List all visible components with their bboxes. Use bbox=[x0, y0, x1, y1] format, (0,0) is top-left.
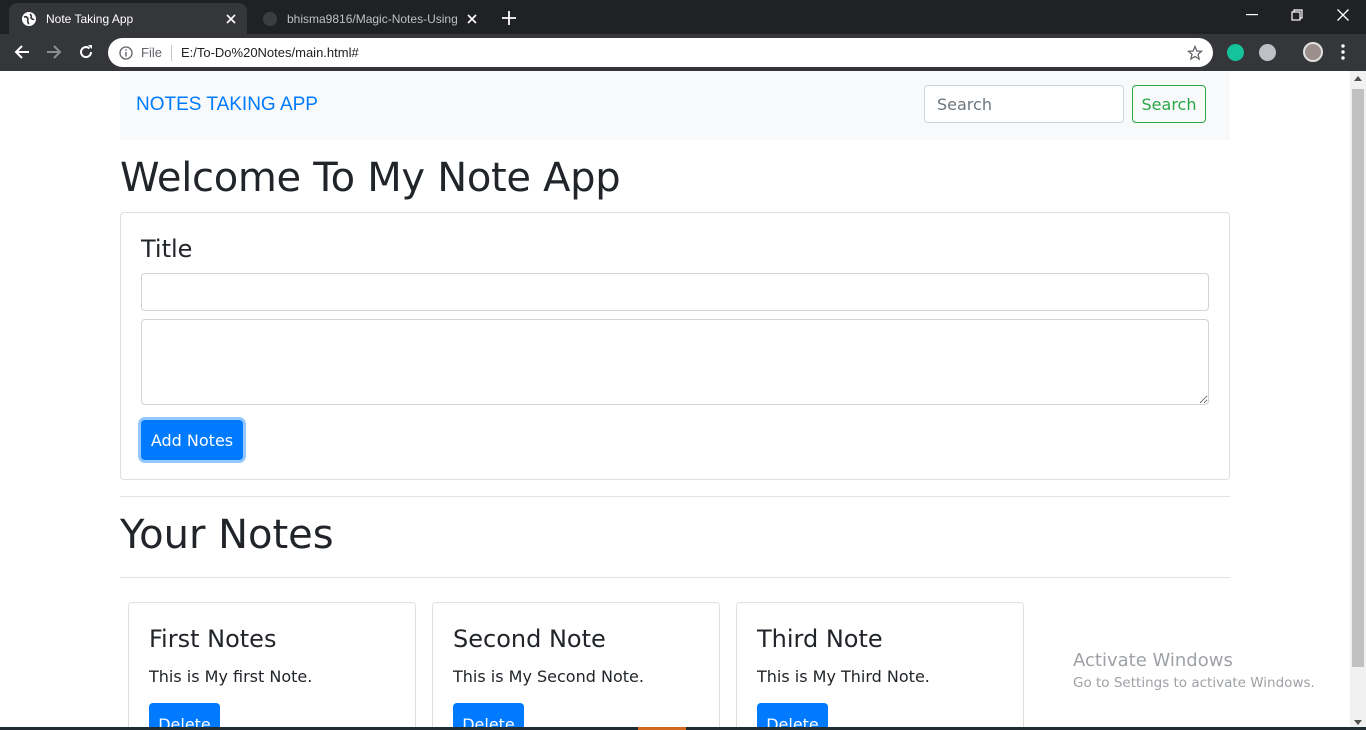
url-scheme-label: File bbox=[141, 45, 162, 60]
note-text: This is My Third Note. bbox=[757, 667, 930, 686]
vertical-scrollbar[interactable] bbox=[1350, 71, 1366, 730]
watermark-subtitle: Go to Settings to activate Windows. bbox=[1073, 675, 1315, 691]
note-title: Third Note bbox=[757, 625, 883, 653]
bookmark-star-icon[interactable] bbox=[1187, 44, 1203, 61]
delete-note-button[interactable]: Delete bbox=[453, 703, 524, 730]
watermark-title: Activate Windows bbox=[1073, 650, 1233, 671]
note-title-input[interactable] bbox=[141, 273, 1209, 311]
delete-note-button[interactable]: Delete bbox=[149, 703, 220, 730]
add-note-card: Title Add Notes bbox=[120, 212, 1230, 480]
page-viewport: NOTES TAKING APP Search Welcome To My No… bbox=[0, 71, 1350, 730]
tab-title: bhisma9816/Magic-Notes-Using bbox=[287, 11, 458, 26]
activate-windows-watermark: Activate Windows Go to Settings to activ… bbox=[1073, 650, 1315, 691]
close-window-icon[interactable] bbox=[1320, 0, 1366, 30]
browser-tab-strip: Note Taking App bhisma9816/Magic-Notes-U… bbox=[0, 0, 1366, 34]
note-card: First Notes This is My first Note. Delet… bbox=[128, 602, 416, 730]
reload-icon[interactable] bbox=[74, 40, 98, 64]
tab-github-repo[interactable]: bhisma9816/Magic-Notes-Using bbox=[250, 3, 488, 34]
note-card: Third Note This is My Third Note. Delete bbox=[736, 602, 1024, 730]
menu-kebab-icon[interactable] bbox=[1333, 40, 1353, 64]
close-tab-icon[interactable] bbox=[464, 11, 480, 27]
section-divider bbox=[120, 496, 1230, 497]
forward-arrow-icon[interactable] bbox=[42, 40, 66, 64]
profile-avatar[interactable] bbox=[1303, 42, 1323, 62]
search-button[interactable]: Search bbox=[1132, 85, 1206, 123]
browser-toolbar: File E:/To-Do%20Notes/main.html# bbox=[0, 34, 1366, 71]
globe-icon bbox=[21, 11, 37, 27]
note-body-textarea[interactable] bbox=[141, 319, 1209, 405]
delete-note-button[interactable]: Delete bbox=[757, 703, 828, 730]
scrollbar-thumb[interactable] bbox=[1352, 89, 1364, 667]
info-icon[interactable] bbox=[119, 45, 133, 60]
navbar-brand[interactable]: NOTES TAKING APP bbox=[136, 94, 318, 116]
scroll-down-arrow-icon[interactable] bbox=[1354, 720, 1362, 725]
notes-heading: Your Notes bbox=[120, 512, 334, 558]
note-title: First Notes bbox=[149, 625, 277, 653]
title-label: Title bbox=[141, 235, 193, 263]
section-divider bbox=[120, 577, 1230, 578]
top-navbar: NOTES TAKING APP Search bbox=[120, 71, 1230, 140]
note-text: This is My first Note. bbox=[149, 667, 313, 686]
back-arrow-icon[interactable] bbox=[10, 40, 34, 64]
address-bar[interactable]: File E:/To-Do%20Notes/main.html# bbox=[108, 38, 1213, 67]
search-input[interactable] bbox=[924, 85, 1124, 123]
close-tab-icon[interactable] bbox=[223, 11, 239, 27]
extension-icon[interactable] bbox=[1259, 44, 1276, 61]
minimize-icon[interactable] bbox=[1229, 0, 1275, 30]
github-icon bbox=[262, 11, 278, 27]
new-tab-button[interactable] bbox=[499, 8, 519, 28]
page-title: Welcome To My Note App bbox=[120, 155, 621, 201]
omnibox-divider bbox=[170, 44, 172, 61]
url-text[interactable]: E:/To-Do%20Notes/main.html# bbox=[181, 45, 1187, 60]
note-text: This is My Second Note. bbox=[453, 667, 644, 686]
restore-icon[interactable] bbox=[1274, 0, 1320, 30]
tab-title: Note Taking App bbox=[46, 11, 134, 26]
note-card: Second Note This is My Second Note. Dele… bbox=[432, 602, 720, 730]
scroll-up-arrow-icon[interactable] bbox=[1354, 76, 1362, 81]
note-title: Second Note bbox=[453, 625, 606, 653]
add-notes-button[interactable]: Add Notes bbox=[141, 420, 243, 460]
tab-note-taking-app[interactable]: Note Taking App bbox=[9, 3, 247, 34]
grammarly-extension-icon[interactable] bbox=[1227, 44, 1244, 61]
